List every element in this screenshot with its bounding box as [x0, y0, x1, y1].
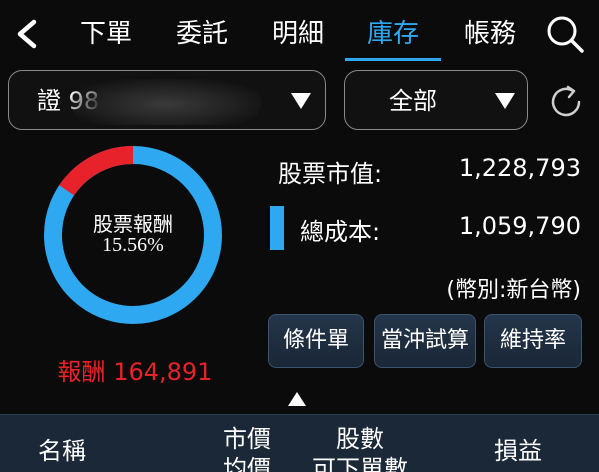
currency-note: (幣別:新台幣) [446, 278, 581, 303]
reward-label: 報酬 [57, 358, 106, 386]
dropdown-arrow-icon [495, 93, 515, 109]
active-tab-indicator [345, 58, 441, 61]
donut-return-rate: 15.56% [102, 234, 164, 256]
market-value-label: 股票市值: [278, 160, 383, 188]
search-icon[interactable] [544, 13, 586, 55]
donut-title: 股票報酬 [93, 214, 173, 236]
total-cost-label: 總成本: [300, 218, 381, 246]
top-nav: 下單 委託 明細 庫存 帳務 [0, 0, 599, 64]
inventory-screen: 下單 委託 明細 庫存 帳務 證 98 全部 股票報酬 15.56% 報酬 16… [0, 0, 599, 472]
account-select[interactable]: 證 98 [8, 70, 326, 130]
tab-orders[interactable]: 委託 [170, 14, 234, 54]
tab-inventory[interactable]: 庫存 [361, 14, 425, 54]
account-redaction [71, 79, 261, 125]
total-cost-marker [270, 206, 284, 250]
reward-value: 164,891 [113, 358, 213, 386]
market-value: 1,228,793 [458, 154, 581, 182]
header-orderable-shares[interactable]: 可下單數 [302, 449, 418, 472]
tab-details[interactable]: 明細 [266, 14, 330, 54]
tab-place-order[interactable]: 下單 [74, 14, 138, 54]
margin-ratio-button[interactable]: 維持率 [484, 314, 582, 368]
category-select-value: 全部 [389, 87, 437, 115]
category-select[interactable]: 全部 [344, 70, 528, 130]
tab-account[interactable]: 帳務 [458, 14, 522, 54]
header-name[interactable]: 名稱 [38, 431, 86, 466]
total-cost-value: 1,059,790 [458, 212, 581, 240]
conditional-order-button[interactable]: 條件單 [268, 314, 364, 368]
expand-up-icon[interactable] [288, 392, 306, 406]
reward-line: 報酬 164,891 [50, 352, 220, 387]
refresh-icon[interactable] [546, 82, 586, 122]
holdings-table-header: 名稱 市價 均價 股數 可下單數 損益 [0, 414, 599, 472]
header-pnl[interactable]: 損益 [494, 431, 542, 466]
header-avg-price[interactable]: 均價 [212, 449, 282, 472]
dropdown-arrow-icon [291, 93, 311, 109]
chevron-left-icon[interactable] [10, 14, 44, 54]
day-trade-calc-button[interactable]: 當沖試算 [374, 314, 476, 368]
